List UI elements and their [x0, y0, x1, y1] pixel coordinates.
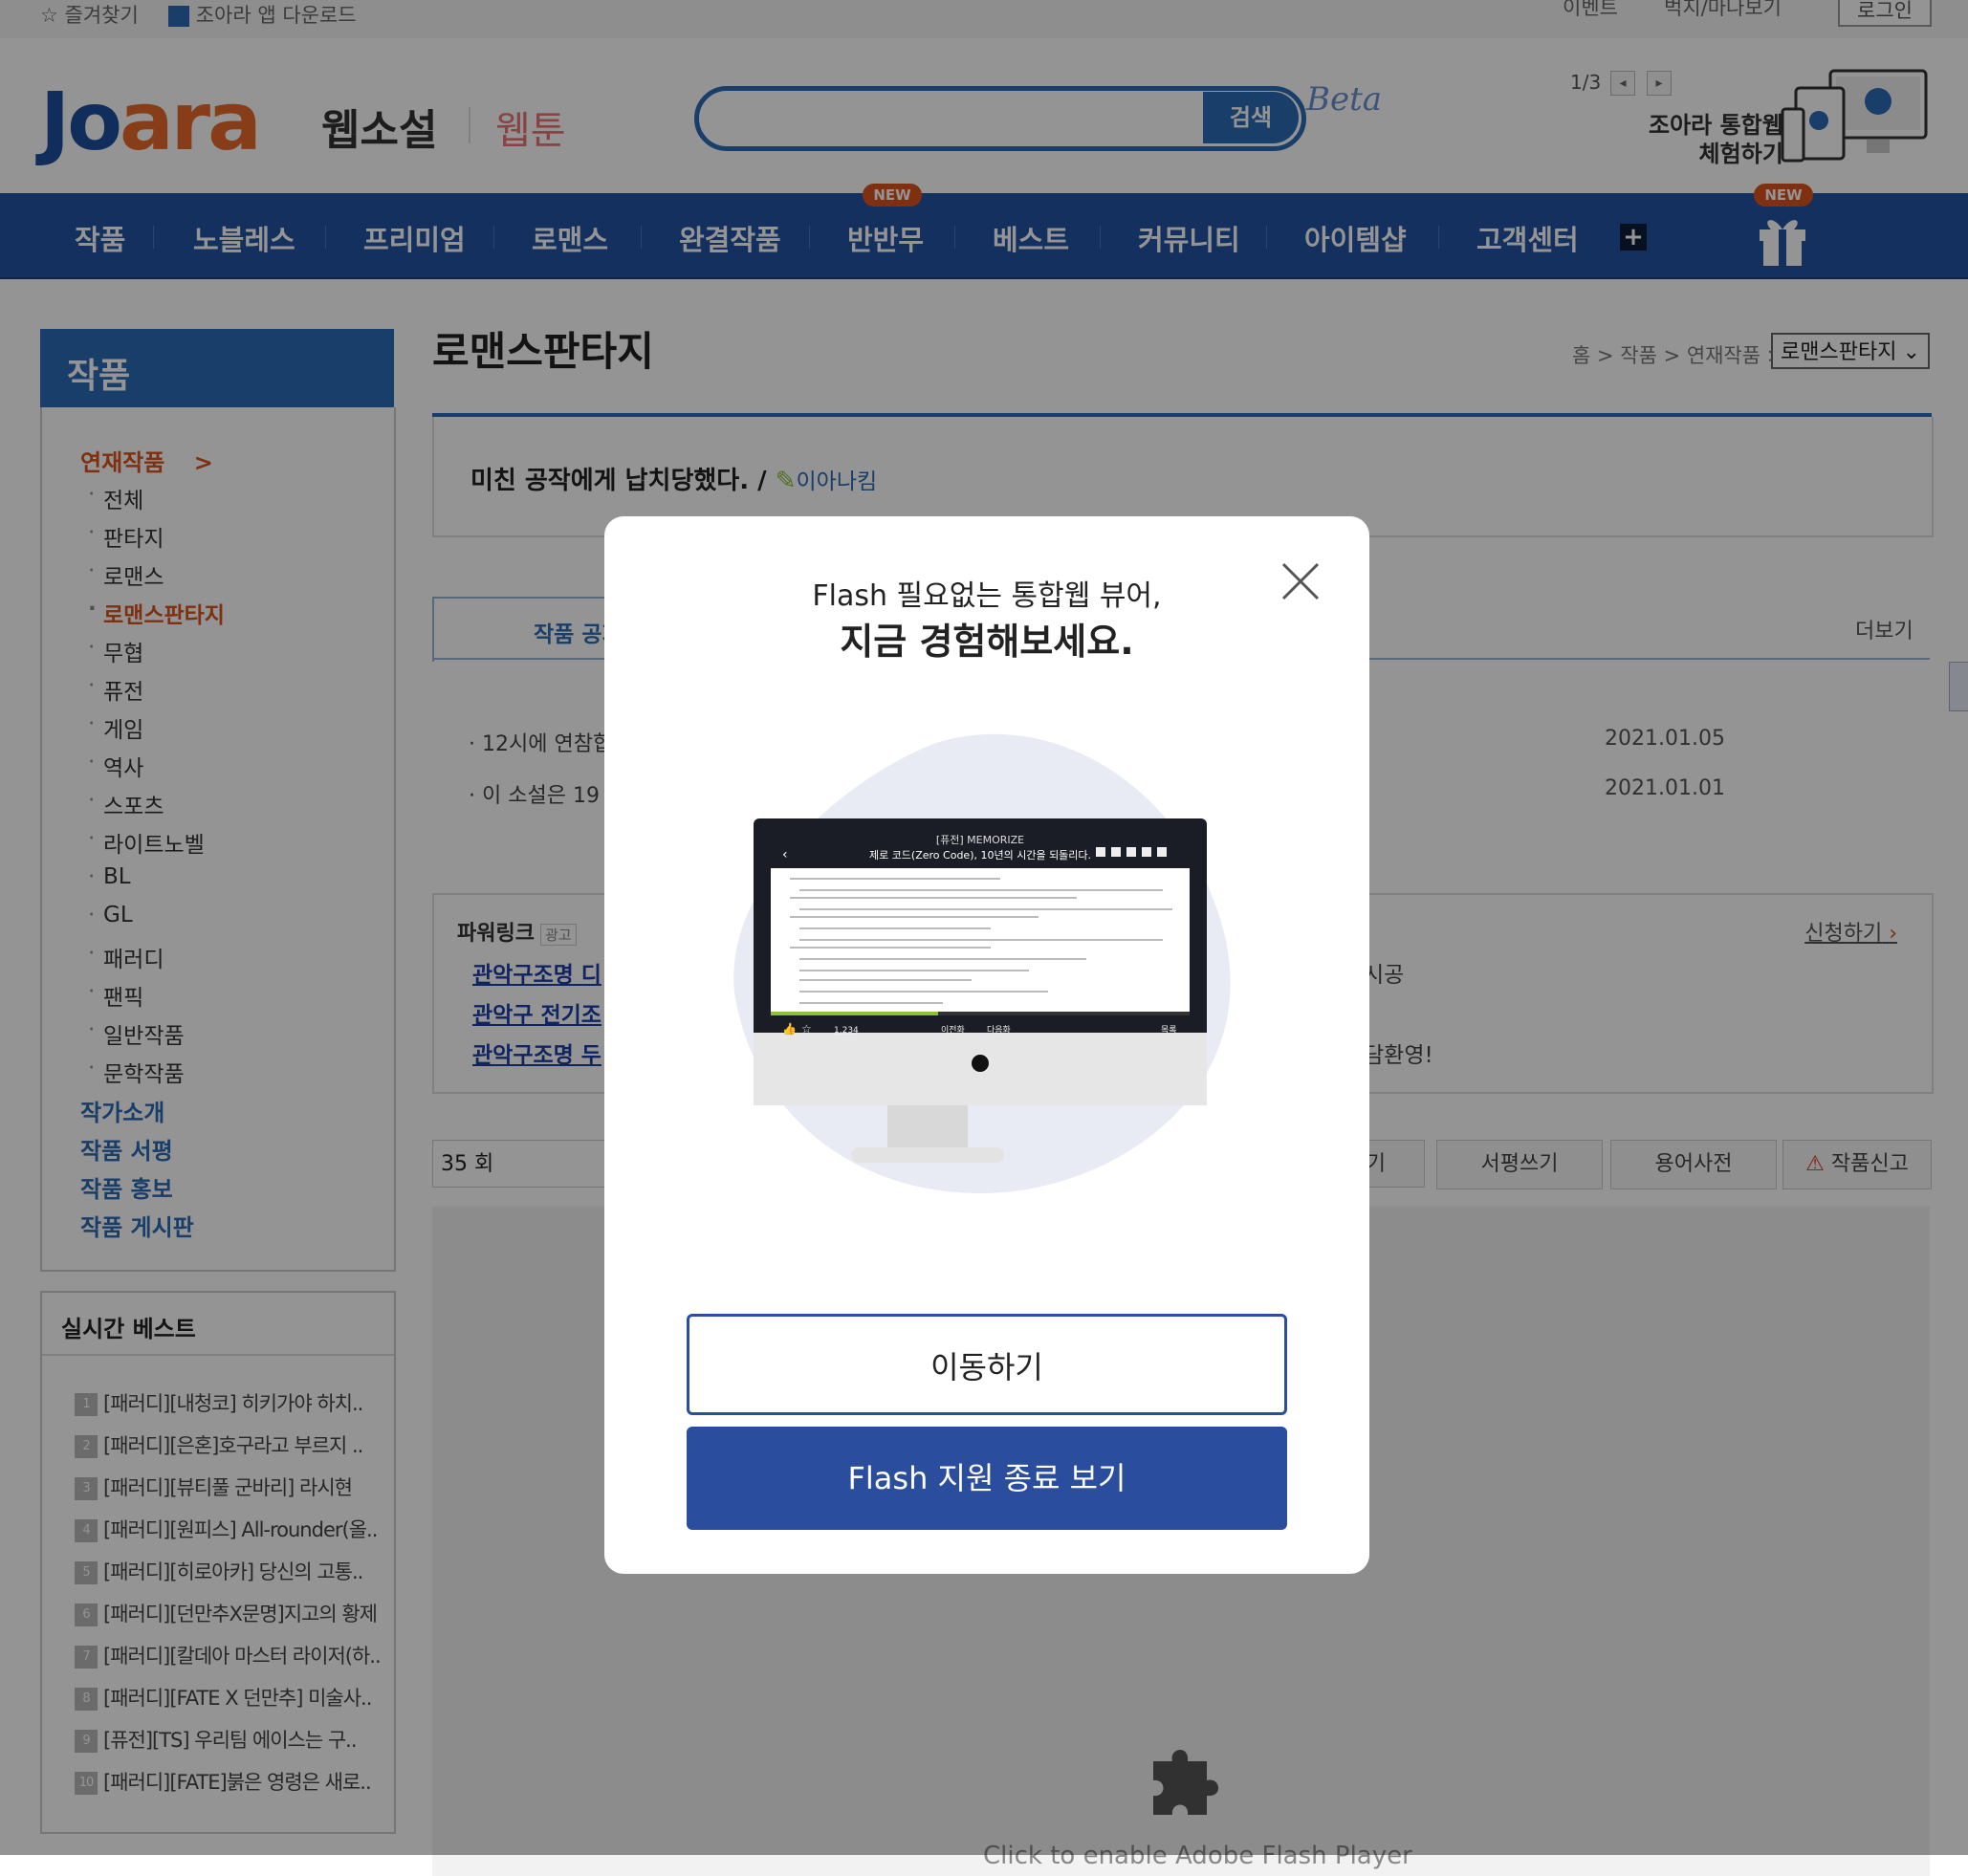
go-to-viewer-button[interactable]: 이동하기 — [687, 1314, 1287, 1415]
monitor-illustration: [퓨전] MEMORIZE 제로 코드(Zero Code), 10년의 시간을… — [733, 733, 1231, 1193]
screen-episode-title: 제로 코드(Zero Code), 10년의 시간을 되돌리다. — [869, 849, 1091, 862]
next-episode-label: 다음화 — [987, 1025, 1011, 1036]
list-label: 목록 — [1161, 1025, 1177, 1036]
modal-subtitle: Flash 필요없는 통합웹 뷰어, — [812, 579, 1162, 613]
star-icon: ☆ — [801, 1022, 812, 1036]
prev-episode-label: 이전화 — [941, 1025, 965, 1036]
monitor-stand — [887, 1098, 968, 1155]
screen-progress-fill — [771, 1012, 938, 1015]
back-arrow-icon: ‹ — [782, 847, 788, 862]
monitor-base — [851, 1147, 1004, 1163]
like-icon: 👍 — [782, 1022, 797, 1036]
modal-title: 지금 경험해보세요. — [840, 621, 1134, 663]
close-icon[interactable] — [1279, 560, 1322, 602]
screen-series-label: [퓨전] MEMORIZE — [936, 834, 1024, 846]
monitor-camera — [972, 1055, 989, 1072]
flash-end-info-button[interactable]: Flash 지원 종료 보기 — [687, 1427, 1287, 1530]
comment-count: 1,234 — [834, 1026, 859, 1036]
viewer-promo-modal: Flash 필요없는 통합웹 뷰어, 지금 경험해보세요. [퓨전] MEMOR… — [604, 516, 1369, 1574]
